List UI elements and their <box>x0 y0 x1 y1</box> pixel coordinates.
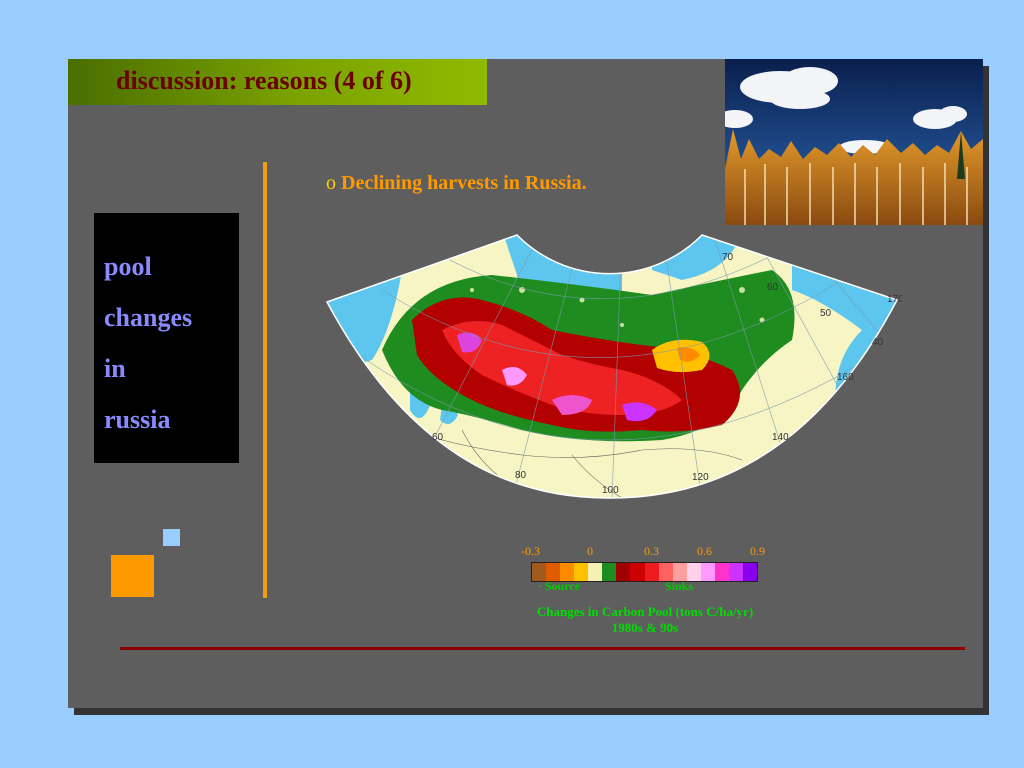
map-label: 160 <box>837 372 854 383</box>
map-label: 120 <box>692 472 709 483</box>
map-label: 40 <box>872 337 884 348</box>
vertical-divider <box>263 162 267 598</box>
legend-caption-line: 1980s & 90s <box>611 620 679 635</box>
legend-source-label: · Source <box>538 579 581 593</box>
legend-sinks-label: Sinks <box>665 579 694 593</box>
map-label: 140 <box>772 432 789 443</box>
bottom-rule <box>120 647 965 650</box>
legend-swatch <box>700 563 715 581</box>
legend-swatch <box>714 563 729 581</box>
legend-swatch <box>630 563 645 581</box>
legend-caption: Changes in Carbon Pool (tons C/ha/yr) 19… <box>510 604 780 636</box>
decor-square-orange <box>111 555 154 597</box>
topic-box: pool changes in russia <box>94 213 239 463</box>
forest-photo <box>725 59 983 225</box>
legend-tick: 0 <box>587 544 593 558</box>
legend-tick: 0.6 <box>697 544 712 558</box>
legend-tick: 0.9 <box>750 544 765 558</box>
map-label: 60 <box>767 282 779 293</box>
decor-square-blue <box>163 529 180 546</box>
legend-swatch <box>602 563 617 581</box>
russia-carbon-map: 60 80 100 120 140 160 50 40 60 70 170 <box>322 230 904 500</box>
legend-caption-line: Changes in Carbon Pool (tons C/ha/yr) <box>536 604 754 619</box>
map-label: 80 <box>515 470 527 481</box>
bullet-point: o Declining harvests in Russia. <box>326 172 587 195</box>
legend-tick: 0.3 <box>644 544 659 558</box>
topic-word: russia <box>104 405 171 434</box>
legend-swatch <box>644 563 659 581</box>
map-label: 170 <box>887 294 902 305</box>
legend-swatch <box>616 563 631 581</box>
topic-word: pool <box>104 252 152 281</box>
map-label: 100 <box>602 485 619 496</box>
legend-swatch <box>588 563 603 581</box>
legend-tick: -0.3 <box>521 544 540 558</box>
slide-title: discussion: reasons (4 of 6) <box>116 66 412 95</box>
legend-swatch <box>728 563 743 581</box>
map-label: 70 <box>722 252 734 263</box>
legend-swatch <box>742 563 757 581</box>
topic-word: changes <box>104 303 193 332</box>
color-legend: -0.3 0 0.3 0.6 0.9 · Source Sinks Change… <box>510 542 780 642</box>
map-label: 50 <box>820 308 832 319</box>
bullet-text: Declining harvests in Russia. <box>341 172 587 194</box>
map-label: 60 <box>432 432 444 443</box>
topic-word: in <box>104 354 126 383</box>
bullet-marker: o <box>326 172 336 194</box>
